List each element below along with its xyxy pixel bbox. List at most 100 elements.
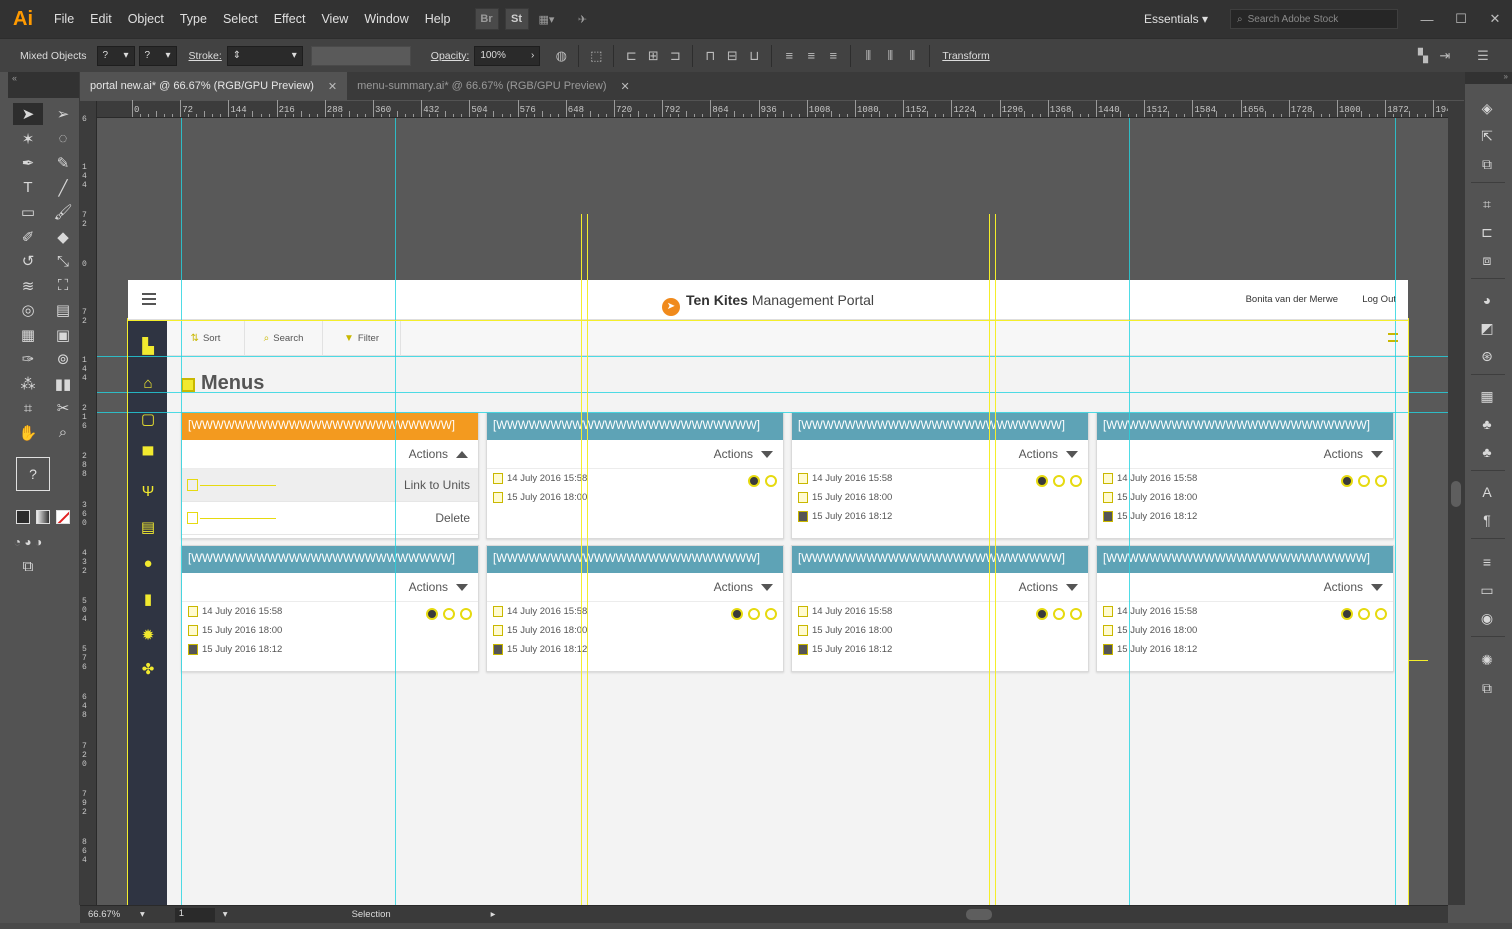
panel-collapse-icon[interactable]: » xyxy=(1465,72,1512,84)
menu-card[interactable]: [WWWWWWWWWWWWWWWWWWWWWWWW] Actions 14 Ju… xyxy=(181,545,479,672)
actions-dropdown[interactable]: Actions xyxy=(792,573,1088,602)
align-left-icon[interactable]: ⊏ xyxy=(620,46,642,66)
distribute-left-icon[interactable]: ⫴ xyxy=(857,46,879,66)
export-icon[interactable]: ⇱ xyxy=(1477,126,1497,146)
draw-mode-icon[interactable]: ◔ ◕ ◑ xyxy=(13,531,43,553)
magic-wand-icon[interactable]: ✶ xyxy=(13,128,43,150)
chevron-down-icon[interactable]: ▾ xyxy=(223,909,228,920)
eyedropper-icon[interactable]: ✑ xyxy=(13,348,43,370)
character-icon[interactable]: A xyxy=(1477,482,1497,502)
close-icon[interactable]: ✕ xyxy=(1478,11,1512,27)
menu-object[interactable]: Object xyxy=(120,0,172,38)
opacity-label[interactable]: Opacity: xyxy=(431,50,470,62)
line-tool-icon[interactable]: ╱ xyxy=(48,177,78,199)
artboard-number[interactable]: 1 xyxy=(174,907,215,922)
gradient-icon[interactable]: ▣ xyxy=(48,324,78,346)
menu-select[interactable]: Select xyxy=(215,0,266,38)
actions-dropdown[interactable]: Actions xyxy=(1097,440,1393,469)
zoom-level[interactable]: 66.67% xyxy=(80,909,140,920)
search-button[interactable]: ⌕ Search xyxy=(245,320,323,356)
fill-swatch[interactable]: ? ▾ xyxy=(96,45,135,66)
shaper-icon[interactable]: ✐ xyxy=(13,226,43,248)
menu-help[interactable]: Help xyxy=(417,0,459,38)
appearance-icon[interactable]: ✺ xyxy=(1477,650,1497,670)
symbol-sprayer-icon[interactable]: ⁂ xyxy=(13,373,43,395)
color-themes-icon[interactable]: ⊛ xyxy=(1477,346,1497,366)
archive-icon[interactable]: ▀ xyxy=(139,447,157,465)
close-icon[interactable]: ✕ xyxy=(621,80,630,93)
perspective-icon[interactable]: ▤ xyxy=(48,299,78,321)
distribute-middle-icon[interactable]: ≡ xyxy=(800,46,822,66)
distribute-center-icon[interactable]: ⫴ xyxy=(879,46,901,66)
arrange-documents-icon[interactable]: ▦▾ xyxy=(535,8,559,30)
workspace-switcher[interactable]: Essentials ▾ xyxy=(1144,12,1208,26)
menu-window[interactable]: Window xyxy=(356,0,416,38)
close-icon[interactable]: ✕ xyxy=(328,80,337,93)
gradient-panel-icon[interactable]: ▭ xyxy=(1477,580,1497,600)
recolor-artwork-icon[interactable]: ◍ xyxy=(550,46,572,66)
pen-tool-icon[interactable]: ✒ xyxy=(13,152,43,174)
actions-dropdown[interactable]: Actions xyxy=(487,573,783,602)
shape-builder-icon[interactable]: ◎ xyxy=(13,299,43,321)
chevron-down-icon[interactable]: ▾ xyxy=(140,909,145,920)
type-tool-icon[interactable]: T xyxy=(13,177,43,199)
maximize-icon[interactable]: ☐ xyxy=(1444,11,1478,27)
gear-icon[interactable]: ✹ xyxy=(139,627,157,645)
gpu-performance-icon[interactable]: ✈ xyxy=(571,8,595,30)
logout-link[interactable]: Log Out xyxy=(1362,280,1396,320)
variable-width-profile[interactable] xyxy=(310,45,411,66)
menu-card[interactable]: [WWWWWWWWWWWWWWWWWWWWWWWW] Actions 14 Ju… xyxy=(486,412,784,539)
eraser-icon[interactable]: ◆ xyxy=(48,226,78,248)
distribute-bottom-icon[interactable]: ≡ xyxy=(822,46,844,66)
zoom-icon[interactable]: ⌕ xyxy=(48,422,78,444)
hand-icon[interactable]: ✋ xyxy=(13,422,43,444)
canvas[interactable]: ➤ Ten Kites Management Portal Bonita van … xyxy=(97,118,1448,905)
artboard-tool-icon[interactable]: ⌗ xyxy=(13,397,43,419)
menu-card[interactable]: [WWWWWWWWWWWWWWWWWWWWWWWW] Actions Link … xyxy=(181,412,479,539)
actions-dropdown[interactable]: Actions xyxy=(792,440,1088,469)
chevron-right-icon[interactable]: ▸ xyxy=(491,909,496,920)
vertical-scrollbar[interactable] xyxy=(1448,101,1464,905)
warp-icon[interactable]: ≋ xyxy=(13,275,43,297)
align-bottom-icon[interactable]: ⊔ xyxy=(743,46,765,66)
menu-card[interactable]: [WWWWWWWWWWWWWWWWWWWWWWWW] Actions 14 Ju… xyxy=(791,545,1089,672)
arrange-icon[interactable]: ⇥ xyxy=(1434,46,1456,66)
libraries-icon[interactable]: ⧉ xyxy=(1477,154,1497,174)
rotate-icon[interactable]: ↺ xyxy=(13,250,43,272)
panel-menu-icon[interactable]: ☰ xyxy=(1472,46,1494,66)
swatches-icon[interactable]: ▦ xyxy=(1477,386,1497,406)
stroke-label[interactable]: Stroke: xyxy=(189,50,222,62)
document-icon[interactable]: ▢ xyxy=(139,411,157,429)
home-icon[interactable]: ⌂ xyxy=(139,375,157,393)
stock-icon[interactable]: St xyxy=(504,8,529,30)
none-mode-icon[interactable] xyxy=(56,510,70,525)
delete-item[interactable]: Delete xyxy=(182,502,478,535)
cutlery-icon[interactable]: Ψ xyxy=(139,483,157,501)
scale-icon[interactable]: ⤡ xyxy=(48,250,78,272)
filter-button[interactable]: ▼ Filter xyxy=(323,320,401,356)
blend-icon[interactable]: ⊚ xyxy=(48,348,78,370)
panel-collapse-icon[interactable]: « xyxy=(8,72,79,98)
direct-selection-tool-icon[interactable]: ➢ xyxy=(48,103,78,125)
paragraph-icon[interactable]: ¶ xyxy=(1477,510,1497,530)
color-icon[interactable]: ◕ xyxy=(1477,290,1497,310)
actions-dropdown[interactable]: Actions xyxy=(182,573,478,602)
paintbrush-icon[interactable]: 🖌 xyxy=(48,201,78,223)
screen-mode-icon[interactable]: ⧉ xyxy=(13,555,43,577)
horizontal-ruler[interactable]: 0 72 144 216 288 360 432 504 576 648 720 792 864 936 1… xyxy=(97,100,1475,118)
align-middle-icon[interactable]: ⊟ xyxy=(721,46,743,66)
link-to-units-item[interactable]: Link to Units xyxy=(182,469,478,502)
tab-menu-summary[interactable]: menu-summary.ai* @ 66.67% (RGB/GPU Previ… xyxy=(347,72,640,100)
align-panel-icon[interactable]: ⊏ xyxy=(1477,222,1497,242)
distribute-top-icon[interactable]: ≡ xyxy=(778,46,800,66)
scroll-thumb[interactable] xyxy=(1451,481,1461,507)
align-right-icon[interactable]: ⊐ xyxy=(664,46,686,66)
align-to-icon[interactable]: ⬚ xyxy=(585,46,607,66)
stroke-swatch[interactable]: ? ▾ xyxy=(138,45,177,66)
sort-button[interactable]: ⇅ Sort xyxy=(167,320,245,356)
gradient-mode-icon[interactable] xyxy=(36,510,50,525)
menu-card[interactable]: [WWWWWWWWWWWWWWWWWWWWWWWW] Actions 14 Ju… xyxy=(1096,545,1394,672)
opacity-input[interactable]: 100% › xyxy=(474,45,541,66)
mesh-icon[interactable]: ▦ xyxy=(13,324,43,346)
minimize-icon[interactable]: — xyxy=(1410,12,1444,27)
